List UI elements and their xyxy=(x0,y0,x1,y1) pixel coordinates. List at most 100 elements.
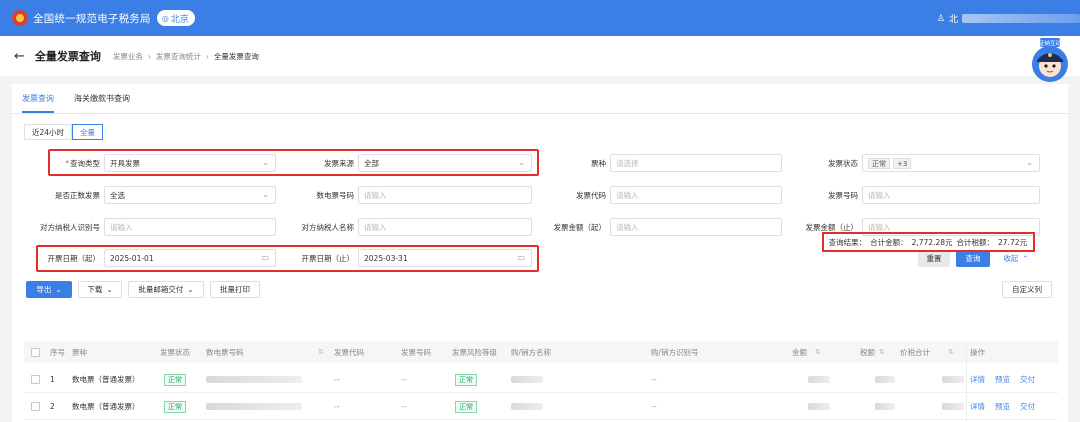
chevron-down-icon: ⌄ xyxy=(187,285,194,294)
row-code: -- xyxy=(334,375,340,384)
col-digital-no: 数电票号码 xyxy=(206,347,244,357)
page-title: 全量发票查询 xyxy=(34,50,101,63)
mascot-assistant-icon[interactable]: 征纳互动 xyxy=(1028,38,1072,84)
amount-from-input[interactable]: 请输入 xyxy=(610,218,782,236)
invoice-code-input[interactable]: 请输入 xyxy=(610,186,782,204)
invoice-status-field: 发票状态 正常 +3 ⌄ xyxy=(784,154,1040,172)
location-pin-icon: ◎ xyxy=(161,13,169,23)
invoice-no-input[interactable]: 请输入 xyxy=(862,186,1040,204)
mascot-label: 征纳互动 xyxy=(1039,39,1062,47)
row-checkbox[interactable] xyxy=(31,375,40,384)
batch-mail-button[interactable]: 批量邮箱交付 ⌄ xyxy=(128,281,204,298)
col-party-id: 购/销方识别号 xyxy=(651,347,699,357)
sort-icon[interactable]: ⇅ xyxy=(879,348,885,356)
sort-icon[interactable]: ⇅ xyxy=(815,348,821,356)
col-code: 发票代码 xyxy=(334,347,364,357)
counterparty-id-field: 对方纳税人识别号 请输入 xyxy=(32,218,276,236)
region-selector[interactable]: ◎ 北京 xyxy=(156,10,195,26)
row-risk-badge: 正常 xyxy=(455,400,477,413)
highlight-box-dates xyxy=(36,245,539,272)
invoice-code-label: 发票代码 xyxy=(576,190,606,200)
select-all-checkbox[interactable] xyxy=(31,347,40,357)
deliver-link[interactable]: 交付 xyxy=(1020,401,1035,412)
row-digital-no-redacted xyxy=(206,403,302,410)
row-digital-no-redacted xyxy=(206,376,302,383)
col-number: 发票号码 xyxy=(401,347,431,357)
breadcrumb-item[interactable]: 发票业务 xyxy=(113,51,143,62)
back-arrow-icon[interactable]: ← xyxy=(14,49,25,64)
batch-print-button[interactable]: 批量打印 xyxy=(210,281,260,298)
row-index: 1 xyxy=(50,375,55,384)
preview-link[interactable]: 预览 xyxy=(995,374,1010,385)
col-amount: 金额 xyxy=(792,347,807,357)
invoice-no-field: 发票号码 请输入 xyxy=(784,186,1040,204)
tab-invoice-query[interactable]: 发票查询 xyxy=(22,90,54,113)
export-button[interactable]: 导出 ⌄ xyxy=(26,281,72,298)
col-risk: 发票风险等级 xyxy=(452,347,497,357)
amount-to-placeholder: 请输入 xyxy=(868,222,891,232)
row-party-name-redacted xyxy=(511,376,543,383)
table-row[interactable]: 2 数电票（普通发票） 正常 -- -- 正常 -- 详情 预览 交付 xyxy=(24,394,1058,420)
detail-link[interactable]: 详情 xyxy=(970,374,985,385)
row-index: 2 xyxy=(50,402,55,411)
row-party-name-redacted xyxy=(511,403,543,410)
query-button[interactable]: 查询 xyxy=(956,250,990,267)
chevron-down-icon: ⌄ xyxy=(55,285,62,294)
collapse-button[interactable]: 收起 ⌃ xyxy=(998,250,1034,267)
custom-columns-button[interactable]: 自定义列 xyxy=(1002,281,1052,298)
breadcrumb-separator-icon: › xyxy=(147,51,151,61)
sort-icon[interactable]: ⇅ xyxy=(318,348,324,356)
col-party-name: 购/销方名称 xyxy=(511,347,552,357)
counterparty-name-input[interactable]: 请输入 xyxy=(358,218,532,236)
counterparty-id-input[interactable]: 请输入 xyxy=(104,218,276,236)
invoice-status-select[interactable]: 正常 +3 ⌄ xyxy=(862,154,1040,172)
deliver-link[interactable]: 交付 xyxy=(1020,374,1035,385)
invoice-kind-field: 票种 请选择 xyxy=(532,154,782,172)
download-button[interactable]: 下载 ⌄ xyxy=(78,281,122,298)
row-code: -- xyxy=(334,402,340,411)
batch-mail-label: 批量邮箱交付 xyxy=(138,285,184,294)
tab-customs-query[interactable]: 海关缴款书查询 xyxy=(74,90,130,113)
row-checkbox[interactable] xyxy=(31,402,40,411)
table-row[interactable]: 1 数电票（普通发票） 正常 -- -- 正常 -- 详情 预览 交付 xyxy=(24,367,1058,393)
invoice-kind-placeholder: 请选择 xyxy=(616,158,639,168)
counterparty-name-field: 对方纳税人名称 请输入 xyxy=(280,218,532,236)
breadcrumb-item[interactable]: 发票查询统计 xyxy=(156,51,201,62)
is-positive-select[interactable]: 全选 ⌄ xyxy=(104,186,276,204)
invoice-status-label: 发票状态 xyxy=(828,158,858,168)
preview-link[interactable]: 预览 xyxy=(995,401,1010,412)
digital-no-input[interactable]: 请输入 xyxy=(358,186,532,204)
col-index: 序号 xyxy=(50,347,65,357)
breadcrumb: 发票业务 › 发票查询统计 › 全量发票查询 xyxy=(113,51,259,62)
amount-from-placeholder: 请输入 xyxy=(616,222,639,232)
range-24h-button[interactable]: 近24小时 xyxy=(24,124,73,140)
chevron-down-icon: ⌄ xyxy=(106,285,113,294)
detail-link[interactable]: 详情 xyxy=(970,401,985,412)
row-tax-redacted xyxy=(875,403,895,410)
total-tax-value: 27.72元 xyxy=(998,237,1027,247)
user-icon: ♙ xyxy=(936,13,945,24)
total-tax-label: 合计税额： xyxy=(956,237,995,247)
row-kind: 数电票（普通发票） xyxy=(72,375,140,384)
is-positive-label: 是否正数发票 xyxy=(55,190,100,200)
row-tax-redacted xyxy=(875,376,895,383)
col-ops: 操作 xyxy=(970,347,985,357)
invoice-code-placeholder: 请输入 xyxy=(616,190,639,200)
row-party-id: -- xyxy=(651,375,657,384)
amount-to-label: 发票金额（止） xyxy=(805,222,859,232)
sort-icon[interactable]: ⇅ xyxy=(948,348,954,356)
range-all-button[interactable]: 全量 xyxy=(72,124,104,140)
row-status-badge: 正常 xyxy=(164,400,186,413)
user-menu[interactable]: ♙ 北 xyxy=(937,12,1080,25)
chevron-up-icon: ⌃ xyxy=(1022,254,1029,263)
region-label: 北京 xyxy=(170,14,189,25)
invoice-kind-label: 票种 xyxy=(591,158,606,168)
invoice-kind-select[interactable]: 请选择 xyxy=(610,154,782,172)
user-name-redacted xyxy=(962,14,1080,23)
row-kind: 数电票（普通发票） xyxy=(72,402,140,411)
digital-no-placeholder: 请输入 xyxy=(364,190,387,200)
chevron-down-icon: ⌄ xyxy=(262,190,269,199)
reset-button[interactable]: 重置 xyxy=(918,250,950,267)
app-title: 全国统一规范电子税务局 xyxy=(33,12,151,25)
col-kind: 票种 xyxy=(72,347,87,357)
